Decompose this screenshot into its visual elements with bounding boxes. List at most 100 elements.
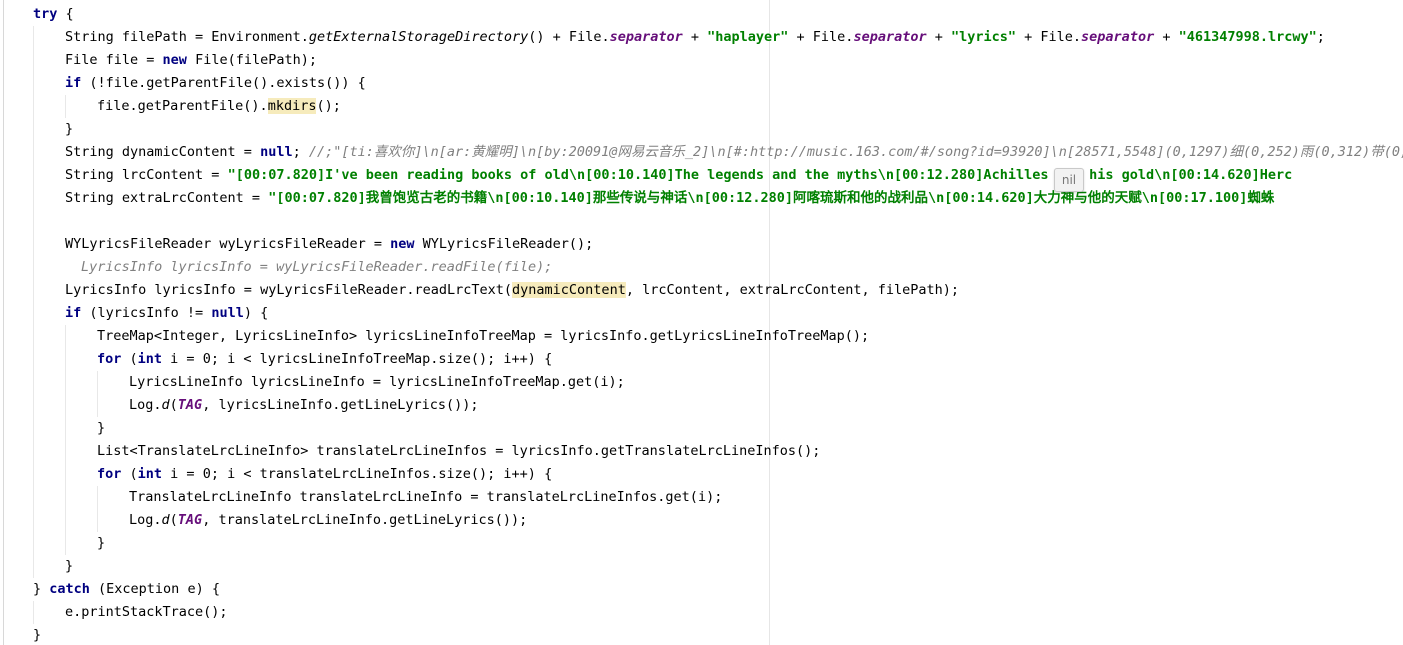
code-line[interactable]: List<TranslateLrcLineInfo> translateLrcL… <box>33 440 1403 463</box>
code-token: "lyrics" <box>950 29 1017 45</box>
code-line[interactable] <box>33 210 1403 233</box>
code-token: + File. <box>1016 29 1082 45</box>
code-token: LyricsLineInfo lyricsLineInfo = lyricsLi… <box>129 374 625 390</box>
code-token: (lyricsInfo != <box>81 305 212 321</box>
code-line[interactable]: } <box>33 118 1403 141</box>
code-token: } <box>97 535 106 551</box>
code-token: "haplayer" <box>707 29 789 45</box>
code-token: dynamicContent <box>512 282 626 298</box>
code-line[interactable]: file.getParentFile().mkdirs(); <box>33 95 1403 118</box>
code-token: 0 <box>202 466 211 482</box>
code-line[interactable]: LyricsLineInfo lyricsLineInfo = lyricsLi… <box>33 371 1403 394</box>
code-token: file.getParentFile(). <box>97 98 268 114</box>
code-line[interactable]: } <box>33 555 1403 578</box>
code-token: "[00:07.820]我曾饱览古老的书籍\n[00:10.140]那些传说与神… <box>268 190 1275 206</box>
code-token: if <box>65 75 82 91</box>
code-token: TranslateLrcLineInfo translateLrcLineInf… <box>129 489 723 505</box>
code-line[interactable]: e.printStackTrace(); <box>33 601 1403 624</box>
code-token: ( <box>121 466 138 482</box>
code-token: File file = <box>65 52 163 68</box>
code-line[interactable]: String extraLrcContent = "[00:07.820]我曾饱… <box>33 187 1403 210</box>
code-token: separator <box>609 29 683 45</box>
code-token: 0 <box>202 351 211 367</box>
code-token: , lyricsLineInfo.getLineLyrics()); <box>202 397 479 413</box>
code-token: LyricsInfo lyricsInfo = wyLyricsFileRead… <box>65 282 513 298</box>
code-token: (!file.getParentFile().exists()) { <box>81 75 366 91</box>
code-token: , lrcContent, extraLrcContent, filePath)… <box>625 282 960 298</box>
code-area[interactable]: try {String filePath = Environment.getEx… <box>33 3 1403 645</box>
code-line[interactable]: String lrcContent = "[00:07.820]I've bee… <box>33 164 1403 187</box>
code-line[interactable]: Log.d(TAG, lyricsLineInfo.getLineLyrics(… <box>33 394 1403 417</box>
code-token: String dynamicContent = <box>65 144 261 160</box>
code-token: ( <box>121 351 138 367</box>
code-line[interactable]: LyricsInfo lyricsInfo = wyLyricsFileRead… <box>33 256 1403 279</box>
code-token: //;"[ti:喜欢你]\n[ar:黄耀明]\n[by:20091@网易云音乐_… <box>308 144 1403 160</box>
code-token: int <box>137 351 163 367</box>
code-token: + File. <box>788 29 854 45</box>
code-token: () + File. <box>528 29 610 45</box>
code-token: Log. <box>129 397 162 413</box>
code-token: String lrcContent = <box>65 167 228 183</box>
code-token: TAG <box>177 397 203 413</box>
code-token: String extraLrcContent = <box>65 190 269 206</box>
code-line[interactable]: } <box>33 417 1403 440</box>
code-token: WYLyricsFileReader wyLyricsFileReader = <box>65 236 391 252</box>
code-token: int <box>137 466 163 482</box>
code-token: } <box>65 121 74 137</box>
code-token: null <box>260 144 293 160</box>
code-token: + <box>926 29 951 45</box>
code-token: } <box>97 420 106 436</box>
code-line[interactable]: String dynamicContent = null; //;"[ti:喜欢… <box>33 141 1403 164</box>
code-token: i = <box>162 466 203 482</box>
code-token: } <box>33 627 42 643</box>
code-line[interactable]: Log.d(TAG, translateLrcLineInfo.getLineL… <box>33 509 1403 532</box>
code-token: } <box>65 558 74 574</box>
code-token: e.printStackTrace(); <box>65 604 228 620</box>
code-token: String filePath = Environment. <box>65 29 309 45</box>
code-token: Log. <box>129 512 162 528</box>
code-token: WYLyricsFileReader(); <box>414 236 594 252</box>
code-token: separator <box>1081 29 1155 45</box>
code-line[interactable]: } catch (Exception e) { <box>33 578 1403 601</box>
code-token: TAG <box>177 512 203 528</box>
code-editor[interactable]: try {String filePath = Environment.getEx… <box>0 0 1403 645</box>
code-line[interactable]: TranslateLrcLineInfo translateLrcLineInf… <box>33 486 1403 509</box>
code-token: ; i < translateLrcLineInfos.size(); i++)… <box>210 466 553 482</box>
code-token: for <box>97 351 122 367</box>
code-token: ( <box>169 397 178 413</box>
editor-gutter <box>0 0 4 645</box>
code-line[interactable]: try { <box>33 3 1403 26</box>
code-line[interactable]: if (!file.getParentFile().exists()) { <box>33 72 1403 95</box>
code-token: + <box>1154 29 1179 45</box>
code-token: ; <box>292 144 309 160</box>
code-token: mkdirs <box>267 98 317 114</box>
code-token: getExternalStorageDirectory <box>308 29 529 45</box>
code-line[interactable]: String filePath = Environment.getExterna… <box>33 26 1403 49</box>
code-token: for <box>97 466 122 482</box>
code-line[interactable]: TreeMap<Integer, LyricsLineInfo> lyricsL… <box>33 325 1403 348</box>
code-line[interactable]: File file = new File(filePath); <box>33 49 1403 72</box>
code-token: ; <box>1316 29 1325 45</box>
code-line[interactable]: } <box>33 624 1403 645</box>
code-token: null <box>211 305 244 321</box>
code-token: "[00:07.820]I've been reading books of o… <box>227 167 1293 183</box>
code-token: new <box>390 236 415 252</box>
code-token: try <box>33 6 58 22</box>
code-line[interactable]: if (lyricsInfo != null) { <box>33 302 1403 325</box>
code-line[interactable]: } <box>33 532 1403 555</box>
code-token: } <box>33 581 50 597</box>
code-token: "461347998.lrcwy" <box>1178 29 1317 45</box>
inlay-hint-nil: nil <box>1054 168 1084 192</box>
code-line[interactable]: for (int i = 0; i < lyricsLineInfoTreeMa… <box>33 348 1403 371</box>
code-token: new <box>162 52 187 68</box>
code-token: (Exception e) { <box>89 581 220 597</box>
code-line[interactable]: LyricsInfo lyricsInfo = wyLyricsFileRead… <box>33 279 1403 302</box>
code-token: ( <box>169 512 178 528</box>
code-line[interactable]: WYLyricsFileReader wyLyricsFileReader = … <box>33 233 1403 256</box>
code-token: + <box>682 29 708 45</box>
code-token: File(filePath); <box>186 52 317 68</box>
code-token: LyricsInfo lyricsInfo = wyLyricsFileRead… <box>81 259 553 275</box>
code-token: , translateLrcLineInfo.getLineLyrics()); <box>202 512 528 528</box>
code-line[interactable]: for (int i = 0; i < translateLrcLineInfo… <box>33 463 1403 486</box>
code-token: TreeMap<Integer, LyricsLineInfo> lyricsL… <box>97 328 870 344</box>
